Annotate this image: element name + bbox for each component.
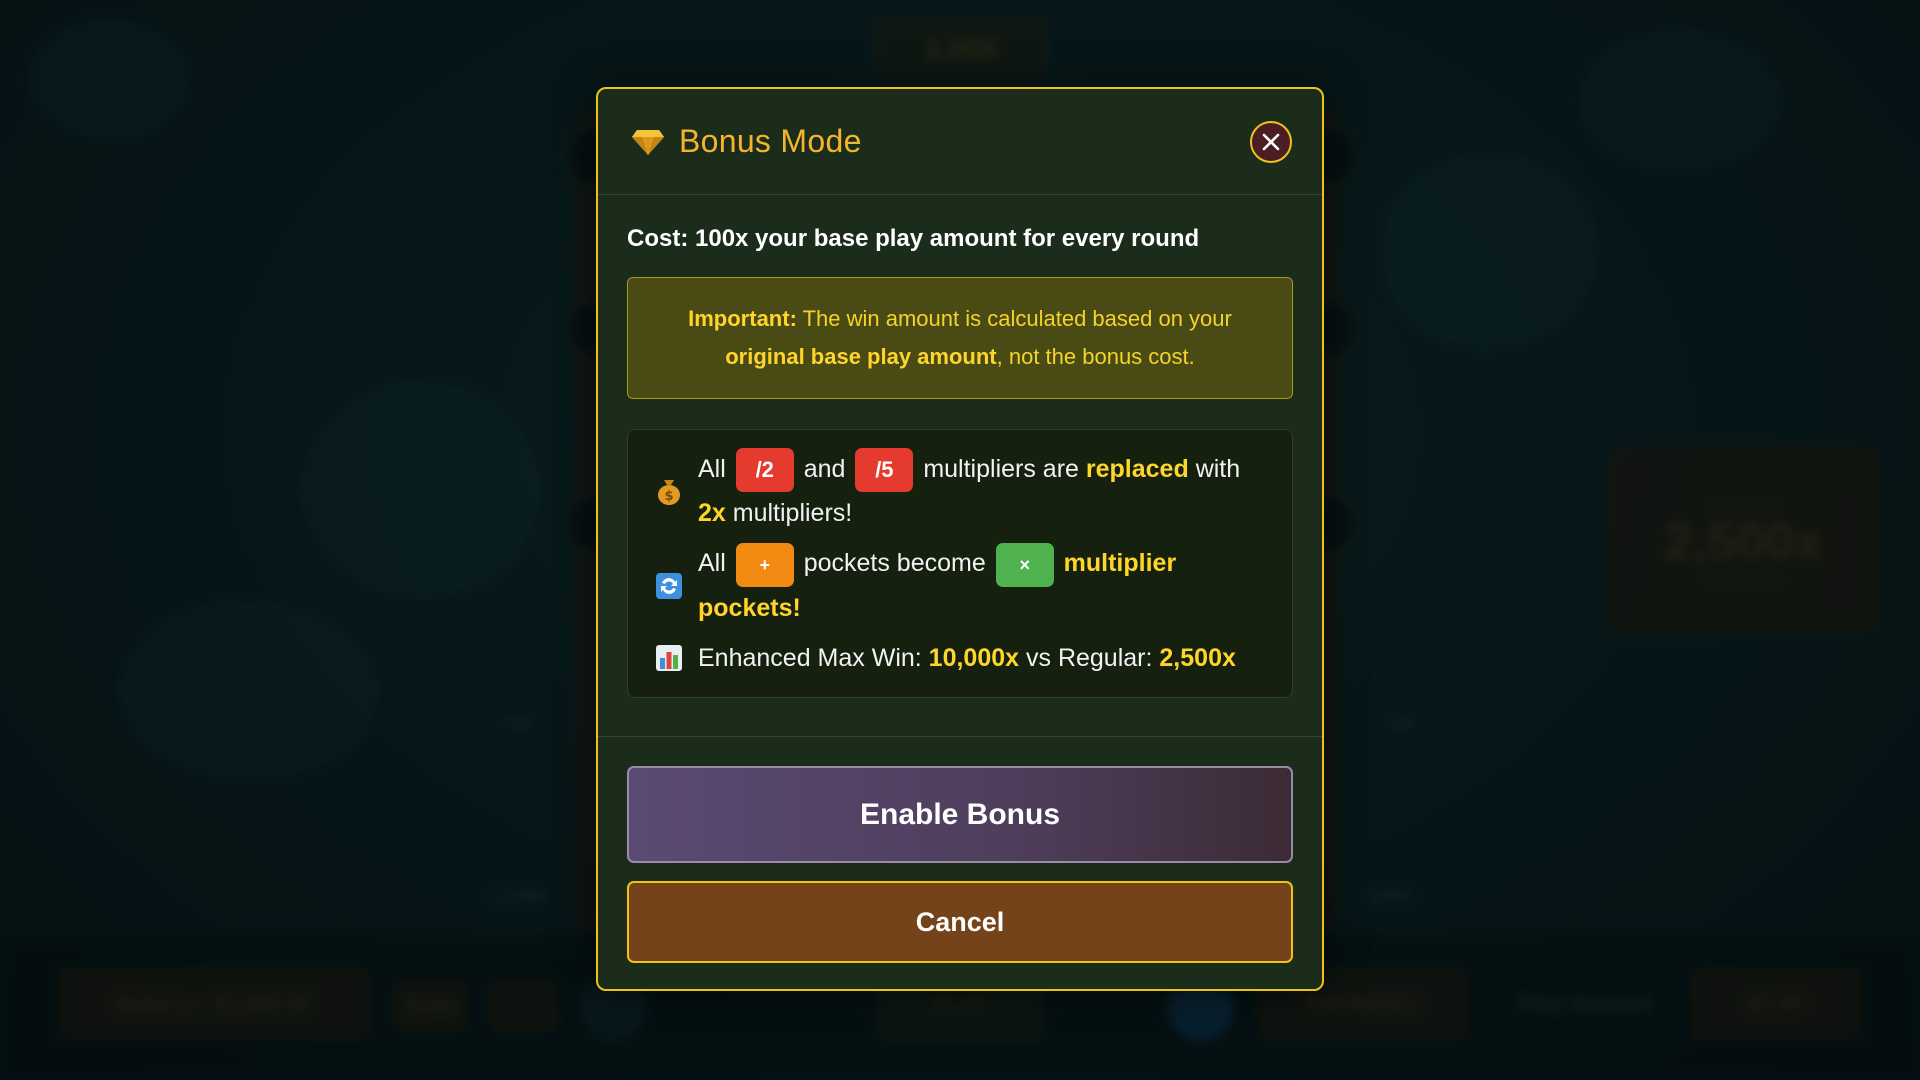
swap-arrows-icon [654, 571, 684, 601]
feature3-vs: vs Regular: [1026, 643, 1153, 672]
feature1-text: multipliers are [923, 455, 1079, 483]
feature2-text: pockets become [803, 549, 986, 578]
close-button[interactable] [1250, 120, 1292, 163]
important-highlight: original base play amount [725, 344, 997, 369]
divide-2-chip: /2 [735, 448, 794, 493]
multiplier-pocket-chip: × [995, 542, 1054, 587]
feature1-replaced: replaced [1085, 455, 1189, 483]
features-list: $ All /2 and /5 multipliers are replaced… [627, 429, 1293, 698]
important-notice: Important: The win amount is calculated … [627, 277, 1293, 399]
bar-chart-icon [654, 643, 684, 673]
divide-5-chip: /5 [855, 448, 914, 493]
close-icon [1262, 133, 1280, 150]
svg-text:$: $ [664, 489, 673, 504]
feature-multipliers-replaced: $ All /2 and /5 multipliers are replaced… [654, 448, 1264, 534]
enhanced-max-win-value: 10,000x [928, 643, 1020, 672]
regular-max-win-value: 2,500x [1159, 643, 1236, 672]
important-text: The win amount is calculated based on yo… [796, 306, 1232, 331]
feature3-label: Enhanced Max Win: [698, 643, 922, 672]
feature1-and: and [803, 455, 846, 483]
feature1-tail: multipliers! [732, 499, 853, 528]
important-label: Important: [688, 306, 797, 331]
important-text-tail: , not the bonus cost. [996, 344, 1195, 369]
plus-pocket-chip: + [735, 542, 794, 587]
diamond-icon [631, 128, 665, 156]
feature1-all: All [698, 455, 726, 483]
feature2-all: All [698, 549, 726, 578]
enable-bonus-button[interactable]: Enable Bonus [627, 766, 1293, 863]
dialog-title: Bonus Mode [679, 123, 862, 159]
feature1-with: with [1195, 455, 1241, 483]
dialog-footer: Enable Bonus Cancel [598, 736, 1322, 963]
feature-pockets-become: All + pockets become × multiplier pocket… [654, 542, 1264, 628]
feature-max-win: Enhanced Max Win: 10,000x vs Regular: 2,… [654, 637, 1264, 679]
money-bag-icon: $ [654, 476, 684, 506]
dialog-header: Bonus Mode [598, 89, 1322, 195]
cost-line: Cost: 100x your base play amount for eve… [627, 225, 1200, 252]
feature1-mult: 2x [698, 499, 726, 528]
bonus-mode-dialog: Bonus Mode Cost: 100x your base play amo… [596, 87, 1324, 991]
dialog-body: Cost: 100x your base play amount for eve… [598, 195, 1322, 698]
cancel-button[interactable]: Cancel [627, 881, 1293, 963]
